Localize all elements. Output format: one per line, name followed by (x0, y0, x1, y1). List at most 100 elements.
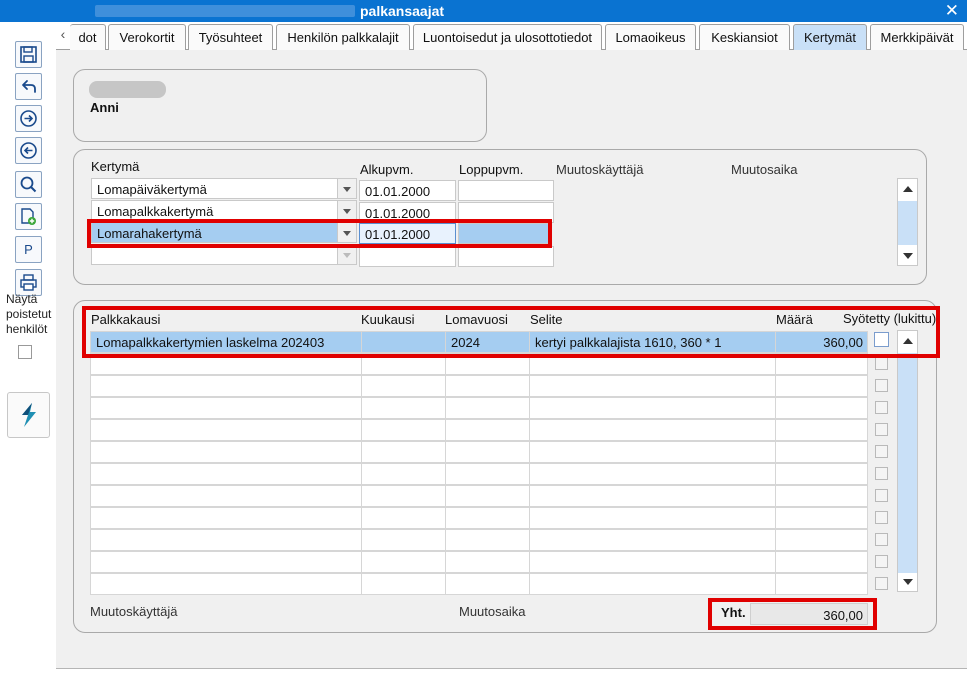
table-cell[interactable] (775, 485, 868, 507)
tab-henkilon-palkkalajit[interactable]: Henkilön palkkalajit (276, 24, 410, 50)
kertyma-select-1[interactable]: Lomapäiväkertymä (91, 178, 357, 199)
table-cell[interactable] (529, 485, 776, 507)
table-cell[interactable] (775, 441, 868, 463)
table-cell[interactable] (445, 375, 530, 397)
syotetty-checkbox[interactable] (875, 423, 888, 436)
table-cell[interactable] (90, 441, 362, 463)
tab-verokortit[interactable]: Verokortit (108, 24, 186, 50)
table-cell[interactable] (529, 419, 776, 441)
loppupvm-field-4[interactable] (458, 246, 554, 267)
scroll-thumb[interactable] (898, 353, 917, 573)
table-row[interactable] (90, 441, 870, 463)
show-deleted-checkbox[interactable] (18, 345, 32, 359)
table-cell[interactable] (361, 419, 446, 441)
table-row[interactable] (90, 397, 870, 419)
table-cell[interactable] (90, 419, 362, 441)
scroll-up-icon[interactable] (903, 186, 913, 192)
table-cell[interactable] (90, 551, 362, 573)
table-cell[interactable] (90, 529, 362, 551)
table-cell[interactable] (529, 551, 776, 573)
table-cell[interactable] (529, 573, 776, 595)
table-cell[interactable] (445, 529, 530, 551)
kertyma-select-2[interactable]: Lomapalkkakertymä (91, 200, 357, 221)
syotetty-checkbox[interactable] (875, 511, 888, 524)
chevron-down-icon[interactable] (337, 179, 356, 198)
palkka-scrollbar[interactable] (897, 330, 918, 592)
app-logo-button[interactable] (7, 392, 50, 438)
scroll-thumb[interactable] (898, 201, 917, 245)
table-cell[interactable] (445, 441, 530, 463)
tab-dot[interactable]: dot (70, 24, 106, 50)
table-cell[interactable] (361, 485, 446, 507)
undo-button[interactable] (15, 73, 42, 100)
table-cell[interactable] (361, 551, 446, 573)
table-cell[interactable] (529, 463, 776, 485)
table-row[interactable] (90, 529, 870, 551)
syotetty-checkbox[interactable] (875, 445, 888, 458)
table-cell[interactable] (775, 419, 868, 441)
table-row[interactable] (90, 419, 870, 441)
tab-tyosuhteet[interactable]: Työsuhteet (188, 24, 273, 50)
back-button[interactable] (15, 137, 42, 164)
table-cell[interactable] (90, 485, 362, 507)
table-cell[interactable] (361, 529, 446, 551)
table-row[interactable] (90, 551, 870, 573)
table-cell[interactable] (361, 441, 446, 463)
table-cell[interactable] (445, 463, 530, 485)
tab-scroll-left-icon[interactable]: ‹ (56, 26, 70, 48)
table-cell[interactable] (445, 397, 530, 419)
syotetty-checkbox[interactable] (875, 401, 888, 414)
table-cell[interactable] (90, 463, 362, 485)
tab-luontoisedut[interactable]: Luontoisedut ja ulosottotiedot (413, 24, 602, 50)
search-button[interactable] (15, 171, 42, 198)
table-row[interactable] (90, 573, 870, 595)
table-cell[interactable] (361, 507, 446, 529)
syotetty-checkbox[interactable] (875, 489, 888, 502)
table-cell[interactable] (90, 573, 362, 595)
table-cell[interactable] (361, 397, 446, 419)
tab-lomaoikeus[interactable]: Lomaoikeus (605, 24, 696, 50)
table-row[interactable] (90, 463, 870, 485)
table-cell[interactable] (529, 507, 776, 529)
table-cell[interactable] (529, 441, 776, 463)
table-cell[interactable] (775, 463, 868, 485)
syotetty-checkbox[interactable] (875, 379, 888, 392)
kertyma-scrollbar[interactable] (897, 178, 918, 266)
table-cell[interactable] (775, 397, 868, 419)
syotetty-checkbox[interactable] (875, 533, 888, 546)
table-cell[interactable] (445, 551, 530, 573)
table-cell[interactable] (445, 507, 530, 529)
table-cell[interactable] (529, 397, 776, 419)
tab-keskiansiot[interactable]: Keskiansiot (699, 24, 790, 50)
tab-merkkipaivat[interactable]: Merkkipäivät (870, 24, 964, 50)
alkupvm-field-4[interactable] (359, 246, 456, 267)
syotetty-checkbox[interactable] (875, 577, 888, 590)
table-cell[interactable] (775, 529, 868, 551)
scroll-down-icon[interactable] (903, 579, 913, 585)
table-cell[interactable] (90, 397, 362, 419)
table-cell[interactable] (529, 375, 776, 397)
table-cell[interactable] (445, 485, 530, 507)
chevron-down-icon[interactable] (337, 201, 356, 220)
syotetty-checkbox[interactable] (875, 555, 888, 568)
table-row[interactable] (90, 485, 870, 507)
syotetty-checkbox[interactable] (875, 357, 888, 370)
table-cell[interactable] (775, 551, 868, 573)
table-cell[interactable] (529, 529, 776, 551)
table-cell[interactable] (90, 507, 362, 529)
table-cell[interactable] (445, 573, 530, 595)
table-cell[interactable] (445, 419, 530, 441)
tab-kertymat[interactable]: Kertymät (793, 24, 867, 50)
close-icon[interactable]: ✕ (945, 1, 959, 21)
table-cell[interactable] (775, 507, 868, 529)
table-cell[interactable] (90, 375, 362, 397)
new-document-button[interactable] (15, 203, 42, 230)
table-cell[interactable] (361, 375, 446, 397)
table-cell[interactable] (775, 573, 868, 595)
save-button[interactable] (15, 41, 42, 68)
table-row[interactable] (90, 507, 870, 529)
alkupvm-field-1[interactable]: 01.01.2000 (359, 180, 456, 201)
table-cell[interactable] (361, 463, 446, 485)
syotetty-checkbox[interactable] (875, 467, 888, 480)
table-cell[interactable] (775, 375, 868, 397)
